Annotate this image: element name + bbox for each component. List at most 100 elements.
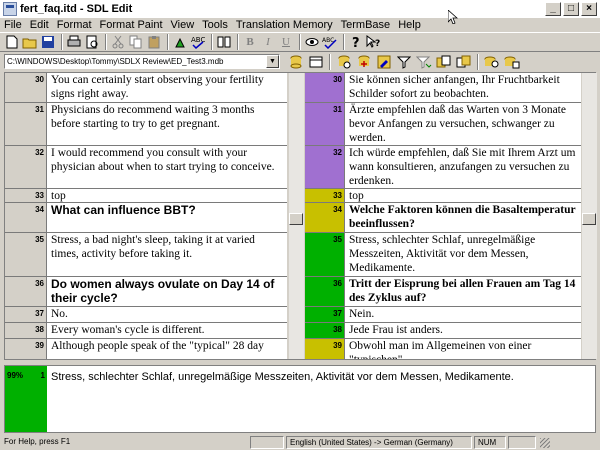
print-icon[interactable] [66, 34, 82, 50]
menu-termbase[interactable]: TermBase [341, 19, 391, 31]
database-edit-icon[interactable] [376, 54, 392, 70]
target-segment-text[interactable]: Ärzte empfehlen daß das Warten von 3 Mon… [345, 103, 583, 145]
target-segment-row[interactable]: 30 Sie können sicher anfangen, Ihr Frucht… [305, 73, 583, 103]
segment-editor[interactable]: 99% 1 Stress, schlechter Schlaf, unregel… [4, 365, 596, 433]
help-icon[interactable]: ? [348, 34, 364, 50]
database-copy-icon[interactable] [456, 54, 472, 70]
target-scrollbar[interactable] [581, 73, 597, 359]
target-segment-text[interactable]: Nein. [345, 307, 583, 322]
source-segment-text[interactable]: Physicians do recommend waiting 3 months… [47, 103, 287, 145]
target-segment-row[interactable]: 35 Stress, schlechter Schlaf, unregelmäßi… [305, 233, 583, 277]
underline-icon[interactable]: U [278, 34, 294, 50]
paste-icon[interactable] [146, 34, 162, 50]
source-segment-number: 31 [5, 103, 47, 145]
source-scrollbar[interactable] [288, 73, 304, 359]
source-segment-text[interactable]: Stress, a bad night's sleep, taking it a… [47, 233, 287, 276]
target-segment-row[interactable]: 33 top [305, 189, 583, 203]
database-properties-icon[interactable] [504, 54, 520, 70]
database-filter-icon[interactable] [396, 54, 412, 70]
source-segment-text[interactable]: Do women always ovulate on Day 14 of the… [47, 277, 287, 306]
database-path-combo[interactable]: C:\WINDOWS\Desktop\Tommy\SDLX Review\ED_… [4, 54, 280, 69]
menu-file[interactable]: File [4, 19, 22, 31]
status-num: NUM [474, 436, 506, 449]
resize-grip[interactable] [540, 437, 550, 448]
source-segment-row[interactable]: 36 Do women always ovulate on Day 14 of t… [5, 277, 287, 307]
menu-format-paint[interactable]: Format Paint [100, 19, 163, 31]
match-indicator: 99% 1 [5, 366, 47, 432]
source-segment-row[interactable]: 33 top [5, 189, 287, 203]
target-segment-text[interactable]: Sie können sicher anfangen, Ihr Fruchtba… [345, 73, 583, 102]
source-segment-row[interactable]: 31 Physicians do recommend waiting 3 mont… [5, 103, 287, 146]
source-segment-number: 38 [5, 323, 47, 338]
source-segment-text[interactable]: Although people speak of the "typical" 2… [47, 339, 287, 359]
target-segment-row[interactable]: 39Obwohl man im Allgemeinen von einer "t… [305, 339, 583, 359]
database-export-icon[interactable] [416, 54, 432, 70]
target-segment-text[interactable]: Welche Faktoren können die Basaltemperat… [345, 203, 583, 232]
spellcheck-icon[interactable]: ABC [190, 34, 206, 50]
source-segment-text[interactable]: Every woman's cycle is different. [47, 323, 287, 338]
source-segment-number: 35 [5, 233, 47, 276]
source-segment-row[interactable]: 32 I would recommend you consult with you… [5, 146, 287, 189]
context-help-icon[interactable]: ? [366, 34, 382, 50]
italic-icon[interactable]: I [260, 34, 276, 50]
columns-icon[interactable] [216, 34, 232, 50]
editor-text[interactable]: Stress, schlechter Schlaf, unregelmäßige… [51, 371, 514, 383]
target-segment-row[interactable]: 31 Ärzte empfehlen daß das Warten von 3 M… [305, 103, 583, 146]
source-segment-row[interactable]: 38 Every woman's cycle is different. [5, 323, 287, 339]
cut-icon[interactable] [110, 34, 126, 50]
print-preview-icon[interactable] [84, 34, 100, 50]
target-segment-text[interactable]: Jede Frau ist anders. [345, 323, 583, 338]
source-segment-row[interactable]: 35 Stress, a bad night's sleep, taking it… [5, 233, 287, 277]
close-button[interactable]: × [581, 2, 597, 16]
new-icon[interactable] [4, 34, 20, 50]
database-zoom-icon[interactable] [484, 54, 500, 70]
target-segment-text[interactable]: top [345, 189, 583, 202]
menu-tools[interactable]: Tools [202, 19, 228, 31]
target-segment-row[interactable]: 32 Ich würde empfehlen, daß Sie mit Ihrem… [305, 146, 583, 189]
source-segment-row[interactable]: 30 You can certainly start observing your… [5, 73, 287, 103]
target-pane[interactable]: 30 Sie können sicher anfangen, Ihr Frucht… [305, 73, 583, 359]
menu-translation-memory[interactable]: Translation Memory [236, 19, 333, 31]
eye-icon[interactable] [304, 34, 320, 50]
target-segment-row[interactable]: 37 Nein. [305, 307, 583, 323]
status-bar: For Help, press F1 English (United State… [0, 435, 600, 450]
source-segment-text[interactable]: No. [47, 307, 287, 322]
target-segment-text[interactable]: Obwohl man im Allgemeinen von einer "typ… [345, 339, 583, 359]
paint-icon[interactable] [172, 34, 188, 50]
target-segment-status: 30 [305, 73, 345, 102]
menu-edit[interactable]: Edit [30, 19, 49, 31]
app-icon[interactable] [3, 2, 17, 16]
database-new-icon[interactable] [308, 54, 324, 70]
target-segment-row[interactable]: 36 Tritt der Eisprung bei allen Frauen am… [305, 277, 583, 307]
svg-text:?: ? [352, 36, 360, 49]
source-segment-text[interactable]: You can certainly start observing your f… [47, 73, 287, 102]
target-segment-row[interactable]: 38 Jede Frau ist anders. [305, 323, 583, 339]
check-icon[interactable]: ABC [322, 34, 338, 50]
database-import-icon[interactable] [436, 54, 452, 70]
source-pane[interactable]: 30 You can certainly start observing your… [5, 73, 287, 359]
copy-icon[interactable] [128, 34, 144, 50]
source-segment-row[interactable]: 34 What can influence BBT? [5, 203, 287, 233]
save-icon[interactable] [40, 34, 56, 50]
chevron-down-icon[interactable]: ▼ [266, 55, 279, 68]
source-segment-text[interactable]: What can influence BBT? [47, 203, 287, 232]
target-segment-row[interactable]: 34 Welche Faktoren können die Basaltemper… [305, 203, 583, 233]
menu-format[interactable]: Format [57, 19, 92, 31]
database-search-icon[interactable] [336, 54, 352, 70]
target-segment-text[interactable]: Ich würde empfehlen, daß Sie mit Ihrem A… [345, 146, 583, 188]
database-open-icon[interactable] [288, 54, 304, 70]
open-icon[interactable] [22, 34, 38, 50]
source-segment-row[interactable]: 37 No. [5, 307, 287, 323]
source-segment-text[interactable]: I would recommend you consult with your … [47, 146, 287, 188]
database-add-icon[interactable] [356, 54, 372, 70]
source-segment-text[interactable]: top [47, 189, 287, 202]
minimize-button[interactable]: _ [545, 2, 561, 16]
target-segment-text[interactable]: Stress, schlechter Schlaf, unregelmäßige… [345, 233, 583, 276]
menu-help[interactable]: Help [398, 19, 421, 31]
target-segment-text[interactable]: Tritt der Eisprung bei allen Frauen am T… [345, 277, 583, 306]
source-segment-row[interactable]: 39 Although people speak of the "typical"… [5, 339, 287, 359]
menu-view[interactable]: View [171, 19, 195, 31]
maximize-button[interactable]: □ [563, 2, 579, 16]
bold-icon[interactable]: B [242, 34, 258, 50]
window-title: fert_faq.itd - SDL Edit [20, 3, 133, 15]
